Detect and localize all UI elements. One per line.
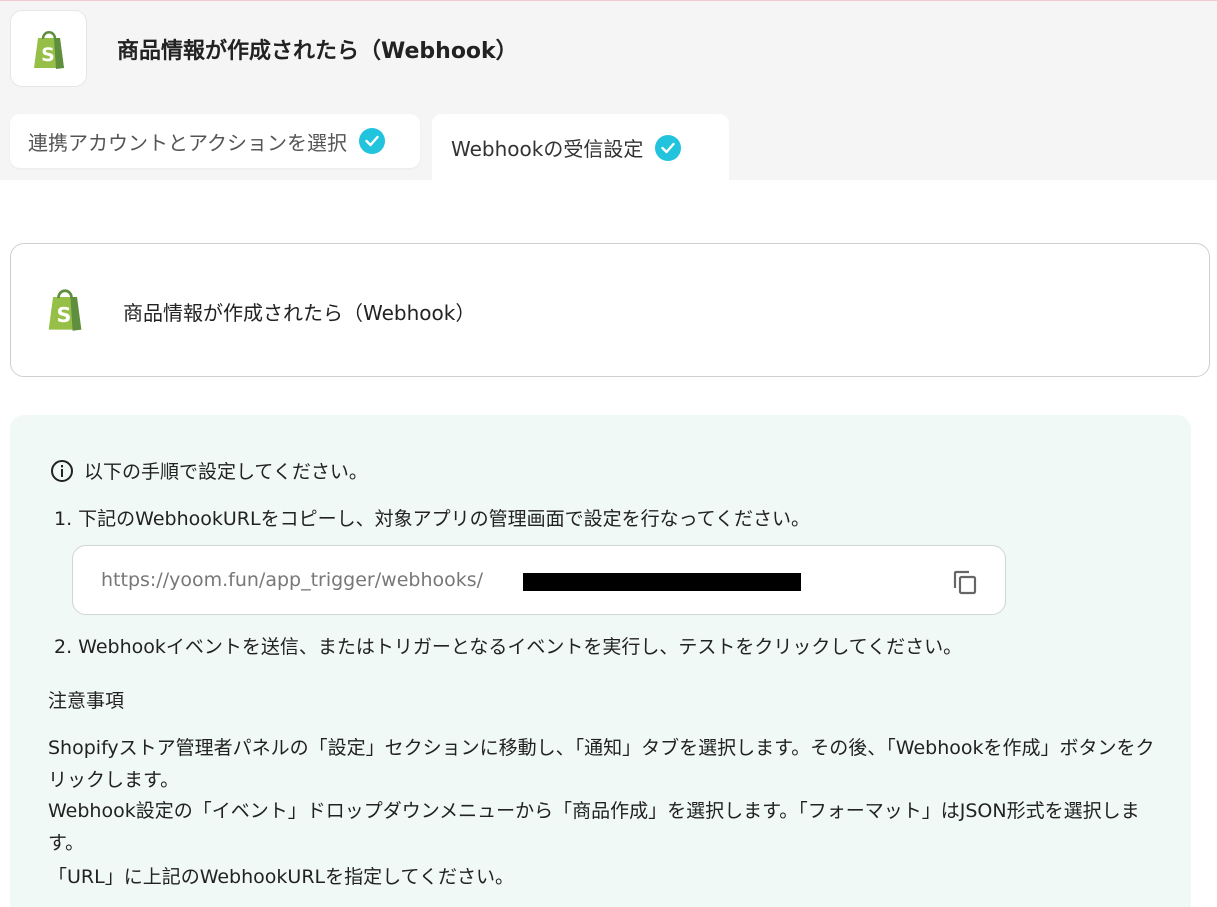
notes-title: 注意事項: [48, 690, 125, 712]
step-2-text: 2. Webhookイベントを送信、またはトリガーとなるイベントを実行し、テスト…: [54, 636, 963, 658]
webhook-url-text[interactable]: https://yoom.fun/app_trigger/webhooks/: [101, 569, 483, 591]
page-title: 商品情報が作成されたら（Webhook）: [117, 39, 518, 64]
trigger-card: S 商品情報が作成されたら（Webhook）: [10, 243, 1210, 377]
instructions-heading: 以下の手順で設定してください。: [50, 457, 368, 484]
step-1-text: 1. 下記のWebhookURLをコピーし、対象アプリの管理画面で設定を行なって…: [54, 508, 811, 530]
svg-text:S: S: [41, 44, 55, 66]
note-line-2: Webhook設定の「イベント」ドロップダウンメニューから「商品作成」を選択しま…: [48, 800, 1140, 854]
tab-account-action[interactable]: 連携アカウントとアクションを選択: [10, 114, 420, 168]
instructions-heading-text: 以下の手順で設定してください。: [84, 461, 368, 483]
note-line-1: Shopifyストア管理者パネルの「設定」セクションに移動し、「通知」タブを選択…: [48, 737, 1155, 791]
copy-button[interactable]: [949, 566, 981, 598]
check-icon: [655, 134, 682, 161]
app-icon-box: S: [10, 10, 87, 87]
header-area: S 商品情報が作成されたら（Webhook） 連携アカウントとアクションを選択 …: [0, 0, 1217, 181]
redacted-token: [523, 573, 801, 591]
check-icon: [359, 128, 385, 154]
tab-label: Webhookの受信設定: [451, 137, 644, 161]
instructions-panel: 以下の手順で設定してください。 1. 下記のWebhookURLをコピーし、対象…: [10, 415, 1191, 907]
info-icon: [51, 459, 73, 482]
tab-webhook-settings[interactable]: Webhookの受信設定: [432, 114, 729, 181]
note-line-3: 「URL」に上記のWebhookURLを指定してください。: [48, 866, 514, 888]
svg-text:S: S: [56, 303, 71, 327]
copy-icon: [953, 570, 977, 595]
shopify-icon: S: [48, 289, 82, 331]
trigger-label: 商品情報が作成されたら（Webhook）: [123, 301, 476, 325]
tab-label: 連携アカウントとアクションを選択: [28, 130, 347, 155]
shopify-icon: S: [33, 30, 64, 69]
webhook-url-field[interactable]: https://yoom.fun/app_trigger/webhooks/: [72, 545, 1006, 615]
